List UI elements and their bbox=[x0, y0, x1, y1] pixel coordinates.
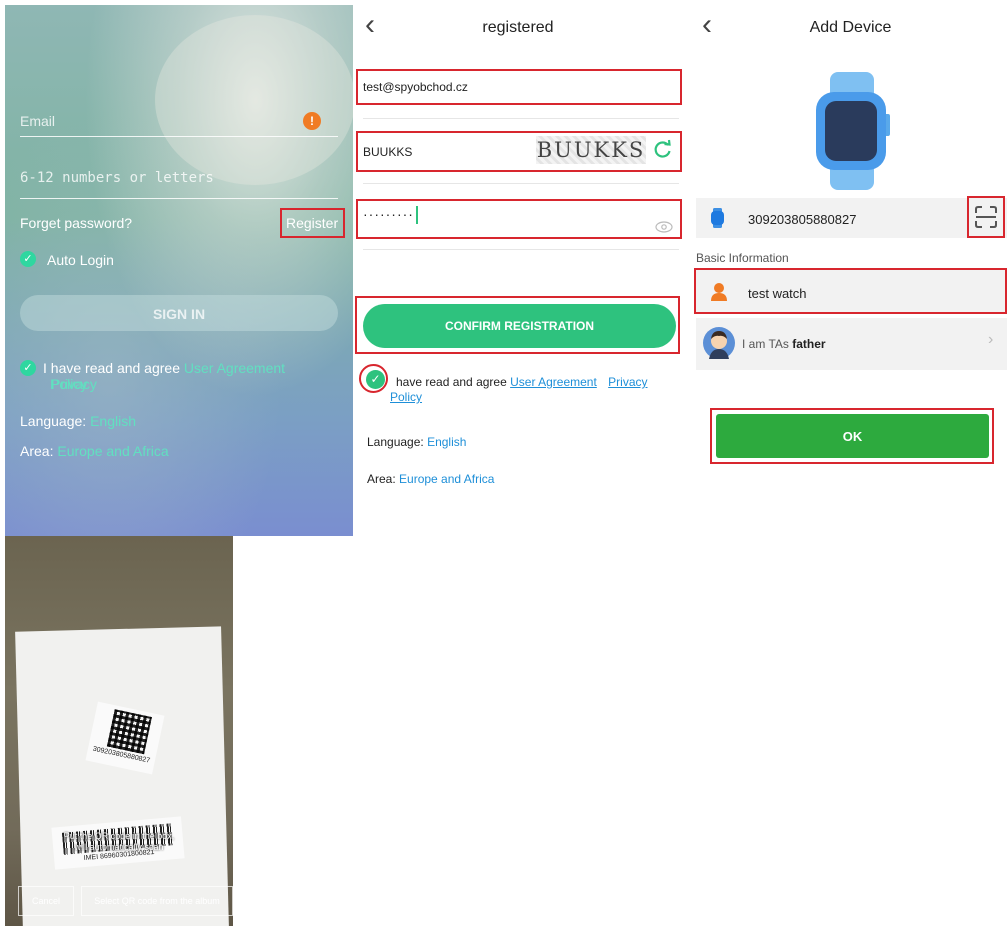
area-label: Area: bbox=[20, 443, 54, 459]
alert-icon: ! bbox=[303, 112, 321, 130]
page-title: registered bbox=[482, 19, 554, 36]
policy-link[interactable]: Policy bbox=[390, 390, 422, 404]
language-row: Language: English bbox=[20, 413, 136, 429]
agree-label: have read and agree bbox=[396, 375, 507, 389]
qr-code-icon bbox=[106, 709, 152, 755]
scan-highlight bbox=[967, 196, 1005, 238]
ok-highlight bbox=[710, 408, 994, 464]
captcha-highlight bbox=[356, 131, 682, 172]
father-avatar-icon bbox=[703, 327, 735, 359]
confirm-highlight bbox=[355, 296, 680, 354]
scan-hint-line-1: Put the QR code in the box, bbox=[63, 831, 175, 841]
register-highlight bbox=[280, 208, 345, 238]
email-field[interactable]: Email bbox=[20, 113, 55, 129]
imei-value: 309203805880827 bbox=[748, 212, 857, 227]
language-label: Language: bbox=[20, 413, 87, 429]
email-underline bbox=[20, 136, 338, 137]
language-value[interactable]: English bbox=[427, 435, 466, 449]
agree-check-icon[interactable]: ✓ bbox=[20, 360, 36, 376]
add-device-screen: ‹ Add Device 309203805880827 Basic Infor… bbox=[694, 0, 1007, 480]
relation-value: father bbox=[792, 337, 826, 351]
chevron-right-icon: › bbox=[988, 331, 994, 348]
area-row: Area: Europe and Africa bbox=[367, 472, 494, 486]
relation-prefix: I am TAs bbox=[742, 337, 789, 351]
policy-link[interactable]: Policy bbox=[50, 376, 87, 392]
user-agreement-link[interactable]: User Agreement bbox=[184, 360, 285, 376]
qr-scan-screen: 309203805880827 IMEI 86960301800821 Put … bbox=[5, 536, 233, 926]
login-screen: Email ! 6-12 numbers or letters Forget p… bbox=[5, 5, 353, 536]
device-name-highlight bbox=[694, 268, 1007, 314]
area-label: Area: bbox=[367, 472, 396, 486]
auto-login-check-icon[interactable]: ✓ bbox=[20, 251, 36, 267]
privacy-link[interactable]: Privacy bbox=[608, 375, 647, 389]
scan-hint-line-2: will automatically scan bbox=[74, 842, 164, 852]
agree-label: I have read and agree bbox=[43, 360, 180, 376]
sign-in-label: SIGN IN bbox=[152, 306, 206, 322]
area-value[interactable]: Europe and Africa bbox=[399, 472, 494, 486]
password-separator bbox=[363, 249, 679, 250]
watch-image-icon bbox=[814, 72, 890, 190]
captcha-separator bbox=[363, 183, 679, 184]
cancel-button[interactable]: Cancel bbox=[18, 886, 74, 916]
password-field[interactable]: 6-12 numbers or letters bbox=[20, 170, 214, 186]
language-value[interactable]: English bbox=[90, 413, 136, 429]
forget-password-link[interactable]: Forget password? bbox=[20, 215, 132, 231]
area-value[interactable]: Europe and Africa bbox=[57, 443, 168, 459]
auto-login-label: Auto Login bbox=[47, 252, 114, 268]
agree-check-highlight bbox=[359, 364, 388, 393]
password-underline bbox=[20, 198, 338, 199]
email-separator bbox=[363, 118, 679, 119]
password-highlight bbox=[356, 199, 682, 239]
select-from-album-button[interactable]: Select QR code from the album bbox=[81, 886, 233, 916]
background-photo bbox=[155, 15, 353, 185]
section-title: Basic Information bbox=[696, 251, 789, 265]
scan-hint: Put the QR code in the box, will automat… bbox=[5, 831, 233, 853]
agree-text: have read and agree User Agreement Priva… bbox=[396, 375, 681, 389]
area-row: Area: Europe and Africa bbox=[20, 443, 169, 459]
scanned-paper bbox=[15, 626, 229, 926]
email-highlight bbox=[356, 69, 682, 105]
watch-small-icon bbox=[711, 208, 724, 228]
language-label: Language: bbox=[367, 435, 424, 449]
relation-text: I am TAs father bbox=[742, 337, 826, 351]
user-agreement-link[interactable]: User Agreement bbox=[510, 375, 597, 389]
language-row: Language: English bbox=[367, 435, 466, 449]
page-title: Add Device bbox=[809, 19, 892, 36]
register-screen: ‹ registered test@spyobchod.cz BUUKKS BU… bbox=[353, 0, 683, 536]
